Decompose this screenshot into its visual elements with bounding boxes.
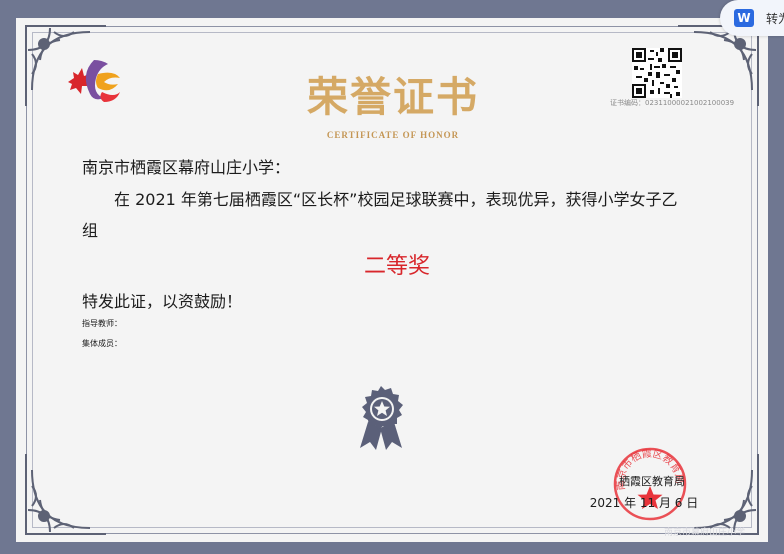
convert-to-word-button[interactable]: W 转为 (720, 0, 784, 36)
members-label: 集体成员： (82, 339, 122, 348)
certificate: 证书编码：02311000021002100039 荣誉证书 CERTIFICA… (16, 18, 768, 542)
award-level: 二等奖 (363, 254, 430, 279)
certificate-number: 证书编码：02311000021002100039 (610, 99, 735, 107)
logo-icon (68, 60, 120, 102)
word-icon: W (734, 9, 754, 27)
certificate-title: 荣誉证书 (307, 73, 479, 121)
recipient-name: 南京市栖霞区幕府山庄小学： (82, 158, 291, 177)
issue-date: 2021 年 11 月 6 日 (589, 496, 699, 510)
teacher-label: 指导教师： (82, 319, 122, 328)
qr-code-icon (632, 48, 682, 98)
body-text-line-1: 在 2021 年第七届栖霞区“区长杯”校园足球联赛中，表现优异，获得小学女子乙 (114, 190, 678, 209)
convert-label: 转为 (766, 12, 784, 26)
certificate-subtitle: CERTIFICATE OF HONOR (326, 130, 460, 140)
footer-faint-text: 南京市幕府山庄小学 (664, 528, 746, 538)
closing-text: 特发此证，以资鼓励！ (82, 292, 243, 311)
issuer-name: 栖霞区教育局 (619, 475, 685, 488)
medal-icon (360, 386, 403, 450)
corner-ornament-icon (25, 454, 106, 535)
body-text-line-2: 组 (82, 221, 99, 240)
